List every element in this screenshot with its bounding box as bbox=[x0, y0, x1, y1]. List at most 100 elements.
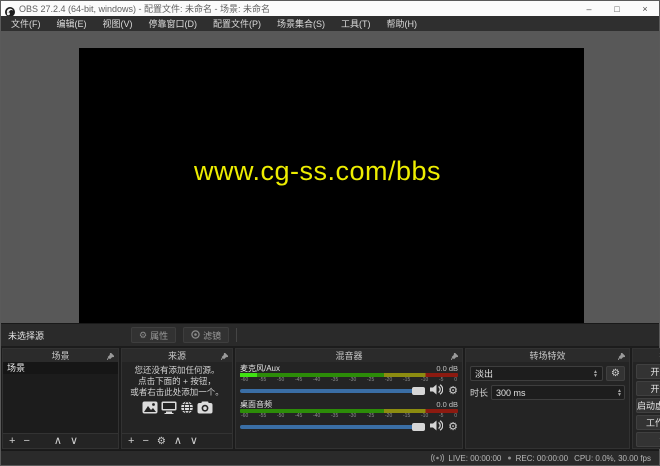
volume-slider[interactable] bbox=[240, 425, 425, 429]
scene-move-down-icon[interactable]: ∨ bbox=[70, 436, 78, 447]
filters-label: 滤镜 bbox=[203, 329, 221, 342]
image-source-icon bbox=[142, 401, 158, 417]
audio-mixer-panel: 混音器 麦克风/Aux 0.0 dB -60 -55 -50 -45 -40 -35 -30… bbox=[235, 348, 463, 449]
volume-slider-handle[interactable] bbox=[412, 387, 425, 395]
menu-item[interactable]: 停靠窗口(D) bbox=[141, 17, 206, 30]
add-source-icon[interactable]: + bbox=[128, 436, 134, 447]
speaker-icon[interactable] bbox=[430, 418, 443, 436]
control-button[interactable]: 工作室模式 bbox=[636, 415, 660, 430]
gear-icon: ⚙ bbox=[139, 330, 147, 341]
duration-spinbox[interactable]: ▲▼ bbox=[491, 385, 625, 400]
scale-tick: -35 bbox=[331, 413, 338, 420]
transitions-panel-title: 转场特效 bbox=[529, 349, 565, 362]
sources-empty-line: 或者右击此处添加一个。 bbox=[122, 387, 232, 398]
pin-icon[interactable] bbox=[451, 352, 458, 362]
duration-label: 时长 bbox=[470, 386, 488, 399]
volume-meter bbox=[240, 373, 458, 377]
scene-list[interactable]: 场景 bbox=[3, 362, 118, 433]
combo-arrows-icon: ▲▼ bbox=[593, 370, 598, 378]
mixer-channels: 麦克风/Aux 0.0 dB -60 -55 -50 -45 -40 -35 -30 -25 -… bbox=[236, 362, 462, 448]
scale-tick: -40 bbox=[313, 413, 320, 420]
no-source-selected-label: 未选择源 bbox=[8, 329, 124, 342]
maximize-button[interactable]: □ bbox=[603, 1, 631, 16]
preview-area[interactable]: www.cg-ss.com/bbs bbox=[1, 31, 659, 323]
scale-tick: -10 bbox=[421, 377, 428, 384]
transitions-body: 淡出 ▲▼ ⚙ 时长 ▲▼ bbox=[466, 362, 629, 448]
remove-source-icon[interactable]: − bbox=[142, 436, 148, 447]
properties-button[interactable]: ⚙ 属性 bbox=[131, 327, 176, 343]
transition-select[interactable]: 淡出 ▲▼ bbox=[470, 366, 603, 381]
control-button[interactable]: 设置 bbox=[636, 432, 660, 447]
channel-level: 0.0 dB bbox=[436, 400, 458, 409]
sources-empty-line: 您还没有添加任何源。 bbox=[122, 365, 232, 376]
mixer-panel-header[interactable]: 混音器 bbox=[236, 349, 462, 362]
menu-item[interactable]: 编辑(E) bbox=[49, 17, 95, 30]
cpu-fps-stats: CPU: 0.0%, 30.00 fps bbox=[574, 454, 651, 463]
controls-panel: 控件 开始推流开始录制启动虚拟摄像机工作室模式设置退出 bbox=[632, 348, 660, 449]
window-title: OBS 27.2.4 (64-bit, windows) - 配置文件: 未命名… bbox=[19, 2, 571, 15]
menu-item[interactable]: 工具(T) bbox=[333, 17, 379, 30]
program-canvas[interactable]: www.cg-ss.com/bbs bbox=[79, 48, 584, 323]
transition-properties-button[interactable]: ⚙ bbox=[606, 366, 625, 381]
control-button[interactable]: 开始推流 bbox=[636, 364, 660, 379]
source-properties-icon[interactable]: ⚙ bbox=[157, 436, 166, 447]
pin-icon[interactable] bbox=[221, 352, 228, 362]
watermark-text: www.cg-ss.com/bbs bbox=[194, 156, 441, 187]
controls-panel-header[interactable]: 控件 bbox=[633, 349, 660, 362]
close-button[interactable]: × bbox=[631, 1, 659, 16]
duration-input[interactable] bbox=[492, 388, 617, 398]
control-button[interactable]: 开始录制 bbox=[636, 381, 660, 396]
mixer-channel-mic: 麦克风/Aux 0.0 dB -60-55-50-45-40-35-30-25-… bbox=[240, 363, 458, 398]
source-toolbar: 未选择源 ⚙ 属性 滤镜 bbox=[1, 323, 659, 346]
sources-empty-state[interactable]: 您还没有添加任何源。点击下面的 + 按钮，或者右击此处添加一个。 bbox=[122, 362, 232, 433]
scale-tick: -35 bbox=[331, 377, 338, 384]
add-scene-icon[interactable]: + bbox=[9, 436, 15, 447]
live-status: LIVE: 00:00:00 bbox=[431, 449, 501, 466]
scene-move-up-icon[interactable]: ∧ bbox=[54, 436, 62, 447]
remove-scene-icon[interactable]: − bbox=[23, 436, 29, 447]
menu-item[interactable]: 场景集合(S) bbox=[269, 17, 333, 30]
scale-tick: -30 bbox=[349, 413, 356, 420]
scale-tick: -40 bbox=[313, 377, 320, 384]
channel-level: 0.0 dB bbox=[436, 364, 458, 373]
menu-item[interactable]: 视图(V) bbox=[95, 17, 141, 30]
sources-empty-line: 点击下面的 + 按钮， bbox=[122, 376, 232, 387]
gear-icon: ⚙ bbox=[611, 368, 620, 379]
menu-item[interactable]: 帮助(H) bbox=[379, 17, 426, 30]
transition-selected-value: 淡出 bbox=[475, 367, 493, 380]
pin-icon[interactable] bbox=[618, 352, 625, 362]
scale-tick: -50 bbox=[277, 413, 284, 420]
spinbox-arrows-icon[interactable]: ▲▼ bbox=[617, 389, 622, 397]
filter-icon bbox=[191, 330, 200, 341]
transitions-panel-header[interactable]: 转场特效 bbox=[466, 349, 629, 362]
rec-status: ● REC: 00:00:00 bbox=[507, 454, 568, 463]
volume-slider[interactable] bbox=[240, 389, 425, 393]
sources-panel-header[interactable]: 来源 bbox=[122, 349, 232, 362]
sources-toolbar: + − ⚙ ∧ ∨ bbox=[122, 433, 232, 448]
scenes-panel-header[interactable]: 场景 bbox=[3, 349, 118, 362]
source-move-up-icon[interactable]: ∧ bbox=[174, 436, 182, 447]
channel-gear-icon[interactable]: ⚙ bbox=[448, 422, 458, 433]
sources-panel-title: 来源 bbox=[168, 349, 186, 362]
camera-source-icon bbox=[197, 401, 213, 417]
scale-tick: -55 bbox=[259, 413, 266, 420]
source-move-down-icon[interactable]: ∨ bbox=[190, 436, 198, 447]
channel-gear-icon[interactable]: ⚙ bbox=[448, 386, 458, 397]
pin-icon[interactable] bbox=[107, 352, 114, 362]
filters-button[interactable]: 滤镜 bbox=[183, 327, 229, 343]
minimize-button[interactable]: – bbox=[575, 1, 603, 16]
scale-tick: -25 bbox=[367, 413, 374, 420]
mixer-panel-title: 混音器 bbox=[335, 349, 362, 362]
menu-item[interactable]: 配置文件(P) bbox=[205, 17, 269, 30]
menu-item[interactable]: 文件(F) bbox=[3, 17, 49, 30]
scale-tick: -55 bbox=[259, 377, 266, 384]
speaker-icon[interactable] bbox=[430, 382, 443, 400]
volume-slider-handle[interactable] bbox=[412, 423, 425, 431]
control-button[interactable]: 启动虚拟摄像机 bbox=[636, 398, 660, 413]
scale-tick: -45 bbox=[295, 413, 302, 420]
scale-tick: -60 bbox=[241, 413, 248, 420]
rec-time: REC: 00:00:00 bbox=[516, 454, 568, 463]
meter-scale: -60-55-50-45-40-35-30-25-20-15-10-50 bbox=[240, 377, 458, 384]
scene-list-item[interactable]: 场景 bbox=[3, 362, 118, 374]
channel-name: 麦克风/Aux bbox=[240, 363, 280, 374]
